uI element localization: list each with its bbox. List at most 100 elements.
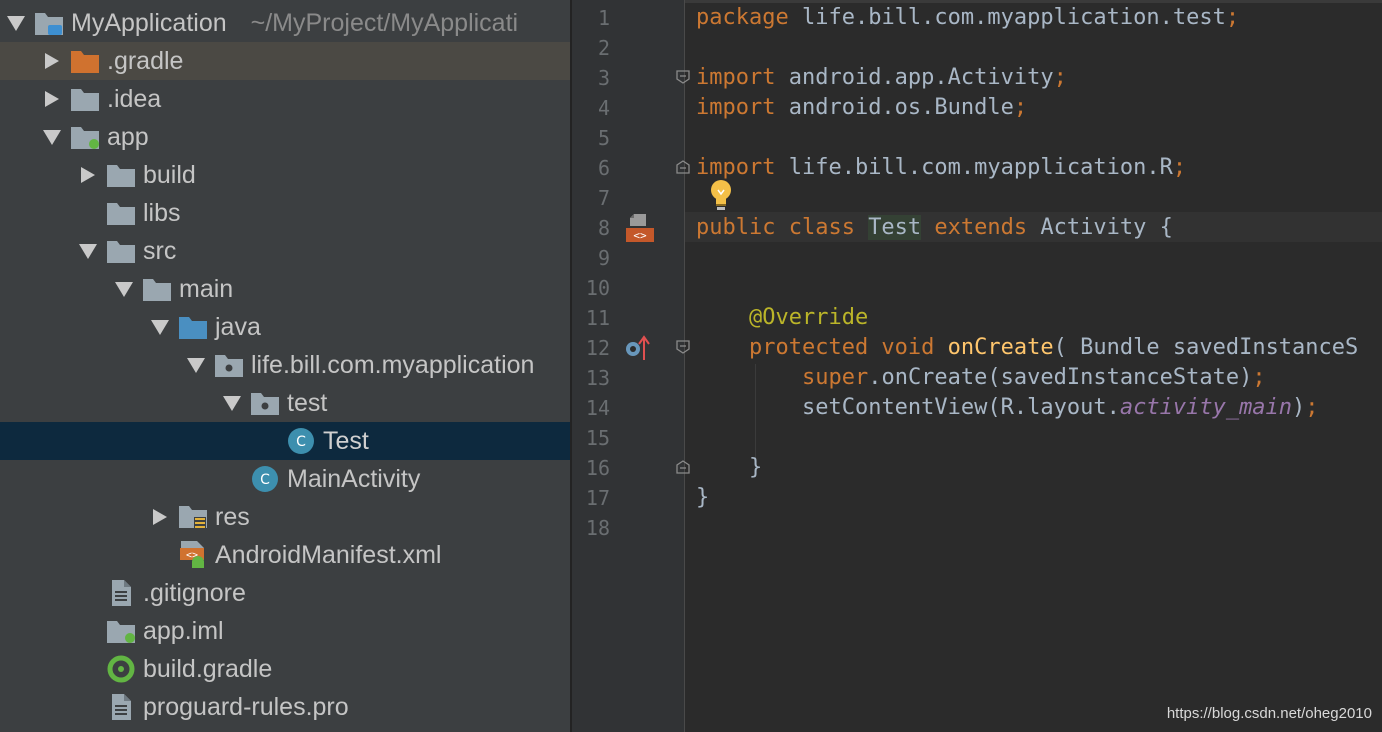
tree-item-label: .gitignore <box>143 578 246 607</box>
code-token: android.app.Activity <box>788 65 1054 90</box>
tree-item-mainactivity[interactable]: C MainActivity <box>0 460 570 498</box>
code-token: life.bill.com.myapplication.test <box>801 5 1226 30</box>
tree-item-test[interactable]: C Test <box>0 422 570 460</box>
code-token: import <box>696 95 789 120</box>
code-token: package <box>696 5 802 30</box>
iml-file-icon <box>106 617 136 645</box>
code-token: import <box>696 155 789 180</box>
code-line[interactable]: protected void onCreate( Bundle savedIns… <box>696 333 1358 363</box>
tree-item-label: MyApplication <box>71 8 227 37</box>
folder-icon <box>70 85 100 113</box>
code-line[interactable]: package life.bill.com.myapplication.test… <box>696 3 1239 33</box>
code-line[interactable]: } <box>696 453 762 483</box>
tree-item-label: app.iml <box>143 616 224 645</box>
chevron-right-icon[interactable] <box>78 165 98 185</box>
fold-marker-icon[interactable] <box>676 460 690 474</box>
line-number: 17 <box>585 486 610 510</box>
tree-item-androidmanifest-xml[interactable]: <> AndroidManifest.xml <box>0 536 570 574</box>
tree-item-idea[interactable]: .idea <box>0 80 570 118</box>
code-token: ; <box>1305 395 1319 420</box>
line-number: 14 <box>585 396 610 420</box>
tree-item-build[interactable]: build <box>0 156 570 194</box>
code-token: } <box>696 485 710 510</box>
gutter-separator <box>684 0 685 732</box>
code-token: } <box>696 455 763 480</box>
line-number: 10 <box>585 276 610 300</box>
tree-item-main[interactable]: main <box>0 270 570 308</box>
java-class-icon: C <box>286 427 316 455</box>
layout-marker-icon[interactable]: <> <box>624 212 656 244</box>
tree-item-label: Test <box>323 426 369 455</box>
tree-item-app-iml[interactable]: app.iml <box>0 612 570 650</box>
code-token: activity_main <box>1119 395 1293 420</box>
tree-item-proguard-rules-pro[interactable]: proguard-rules.pro <box>0 688 570 726</box>
tree-item-java[interactable]: java <box>0 308 570 346</box>
code-line[interactable]: import life.bill.com.myapplication.R; <box>696 153 1186 183</box>
tree-item-gradle[interactable]: .gradle <box>0 42 570 80</box>
line-number: 15 <box>585 426 610 450</box>
tree-item-label: AndroidManifest.xml <box>215 540 442 569</box>
watermark: https://blog.csdn.net/oheg2010 <box>1166 705 1372 722</box>
tree-item-res[interactable]: res <box>0 498 570 536</box>
fold-marker-icon[interactable] <box>676 340 690 354</box>
code-token: Test <box>868 215 922 240</box>
code-token: ; <box>1013 95 1028 120</box>
text-file-icon <box>106 693 136 721</box>
code-line[interactable]: @Override <box>696 303 868 333</box>
tree-item-gitignore[interactable]: .gitignore <box>0 574 570 612</box>
tree-item-label: build <box>143 160 196 189</box>
tree-item-label: .idea <box>107 84 162 113</box>
svg-text:C: C <box>260 472 270 488</box>
tree-item-myapplication[interactable]: MyApplication ~/MyProject/MyApplicati <box>0 4 570 42</box>
line-number: 4 <box>597 96 610 120</box>
tree-item-label: main <box>179 274 234 303</box>
fold-marker-icon[interactable] <box>676 70 690 84</box>
source-folder-icon <box>178 313 208 341</box>
chevron-right-icon[interactable] <box>42 89 62 109</box>
tree-item-label: libs <box>143 198 181 227</box>
chevron-right-icon[interactable] <box>42 51 62 71</box>
fold-marker-icon[interactable] <box>676 160 690 174</box>
code-editor[interactable]: <> 1 package life.bill.com.myapplication.… <box>572 0 1382 732</box>
tree-item-label: life.bill.com.myapplication <box>251 350 535 379</box>
tree-item-label: res <box>215 502 250 531</box>
code-token: extends <box>934 215 1041 240</box>
code-token: life.bill.com.myapplication.R <box>788 155 1173 180</box>
code-line[interactable]: } <box>696 483 709 513</box>
chevron-down-icon[interactable] <box>114 279 134 299</box>
chevron-down-icon[interactable] <box>222 393 242 413</box>
code-line[interactable]: import android.app.Activity; <box>696 63 1067 93</box>
line-number: 3 <box>597 66 610 90</box>
code-token: .onCreate(savedInstanceState) <box>868 365 1253 390</box>
tree-item-libs[interactable]: libs <box>0 194 570 232</box>
tree-item-app[interactable]: app <box>0 118 570 156</box>
line-number: 8 <box>597 216 610 240</box>
folder-icon <box>142 275 172 303</box>
tree-item-life-bill-com-myapplication[interactable]: life.bill.com.myapplication <box>0 346 570 384</box>
chevron-down-icon[interactable] <box>6 13 26 33</box>
chevron-right-icon[interactable] <box>150 507 170 527</box>
android-module-folder-icon <box>70 123 100 151</box>
chevron-down-icon[interactable] <box>186 355 206 375</box>
tree-item-label: java <box>215 312 261 341</box>
ide-window: MyApplication ~/MyProject/MyApplicati .gra… <box>0 0 1382 732</box>
tree-item-label: build.gradle <box>143 654 273 683</box>
code-line[interactable]: import android.os.Bundle; <box>696 93 1027 123</box>
code-line[interactable]: setContentView(R.layout.activity_main); <box>696 393 1319 423</box>
code-line[interactable]: super.onCreate(savedInstanceState); <box>696 363 1266 393</box>
chevron-down-icon[interactable] <box>78 241 98 261</box>
tree-item-build-gradle[interactable]: build.gradle <box>0 650 570 688</box>
tree-item-src[interactable]: src <box>0 232 570 270</box>
chevron-down-icon[interactable] <box>42 127 62 147</box>
line-number: 2 <box>597 36 610 60</box>
tree-item-test[interactable]: test <box>0 384 570 422</box>
code-line[interactable]: public class Test extends Activity { <box>696 213 1173 243</box>
chevron-down-icon[interactable] <box>150 317 170 337</box>
code-token: @Override <box>748 305 869 330</box>
line-number: 16 <box>585 456 610 480</box>
tree-item-label: app <box>107 122 149 151</box>
intention-bulb-icon[interactable] <box>708 178 734 212</box>
svg-text:C: C <box>296 434 306 450</box>
override-method-icon[interactable] <box>624 334 654 362</box>
